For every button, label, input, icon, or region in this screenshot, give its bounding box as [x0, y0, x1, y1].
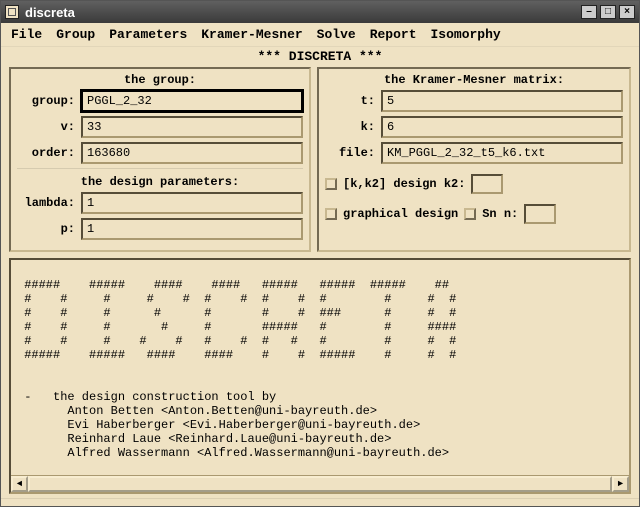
order-input[interactable]: [81, 142, 303, 164]
p-input[interactable]: [81, 218, 303, 240]
menu-parameters[interactable]: Parameters: [109, 27, 187, 42]
kk2-label: [k,k2] design k2:: [343, 177, 465, 191]
km-panel: the Kramer-Mesner matrix: t: k: file: [k…: [317, 67, 631, 252]
menu-isomorphy[interactable]: Isomorphy: [431, 27, 501, 42]
file-input[interactable]: [381, 142, 623, 164]
minimize-button[interactable]: –: [581, 5, 597, 19]
v-input[interactable]: [81, 116, 303, 138]
console-output[interactable]: ##### ##### #### #### ##### ##### ##### …: [11, 260, 629, 475]
group-input[interactable]: [81, 90, 303, 112]
k-label: k:: [325, 120, 381, 134]
lambda-input[interactable]: [81, 192, 303, 214]
scroll-left-button[interactable]: ◄: [11, 476, 28, 492]
lambda-label: lambda:: [17, 196, 81, 210]
group-panel-title: the group:: [17, 71, 303, 90]
app-window: discreta – □ × File Group Parameters Kra…: [0, 0, 640, 507]
scroll-right-button[interactable]: ►: [612, 476, 629, 492]
graphical-label: graphical design: [343, 207, 458, 221]
content-area: *** DISCRETA *** the group: group: v: or…: [1, 47, 639, 498]
file-label: file:: [325, 146, 381, 160]
titlebar[interactable]: discreta – □ ×: [1, 1, 639, 23]
console-panel: ##### ##### #### #### ##### ##### ##### …: [9, 258, 631, 494]
menu-solve[interactable]: Solve: [317, 27, 356, 42]
left-panel: the group: group: v: order: the design p…: [9, 67, 311, 252]
window-title: discreta: [25, 5, 75, 20]
menu-group[interactable]: Group: [56, 27, 95, 42]
menubar: File Group Parameters Kramer-Mesner Solv…: [1, 23, 639, 47]
k-input[interactable]: [381, 116, 623, 138]
scrollbar-horizontal[interactable]: ◄ ►: [11, 475, 629, 492]
banner: *** DISCRETA ***: [9, 47, 631, 67]
sn-checkbox[interactable]: [464, 208, 476, 220]
kk2-checkbox[interactable]: [325, 178, 337, 190]
sn-label: Sn n:: [482, 207, 518, 221]
scroll-thumb[interactable]: [28, 476, 612, 492]
menu-file[interactable]: File: [11, 27, 42, 42]
menu-kramer-mesner[interactable]: Kramer-Mesner: [201, 27, 302, 42]
km-panel-title: the Kramer-Mesner matrix:: [325, 71, 623, 90]
maximize-button[interactable]: □: [600, 5, 616, 19]
close-button[interactable]: ×: [619, 5, 635, 19]
sn-input[interactable]: [524, 204, 556, 224]
order-label: order:: [17, 146, 81, 160]
app-icon: [5, 5, 19, 19]
t-input[interactable]: [381, 90, 623, 112]
v-label: v:: [17, 120, 81, 134]
p-label: p:: [17, 222, 81, 236]
graphical-checkbox[interactable]: [325, 208, 337, 220]
design-panel-title: the design parameters:: [17, 168, 303, 192]
group-label: group:: [17, 94, 81, 108]
t-label: t:: [325, 94, 381, 108]
menu-report[interactable]: Report: [370, 27, 417, 42]
kk2-input[interactable]: [471, 174, 503, 194]
statusbar: [1, 498, 639, 506]
scroll-track[interactable]: [28, 476, 612, 492]
